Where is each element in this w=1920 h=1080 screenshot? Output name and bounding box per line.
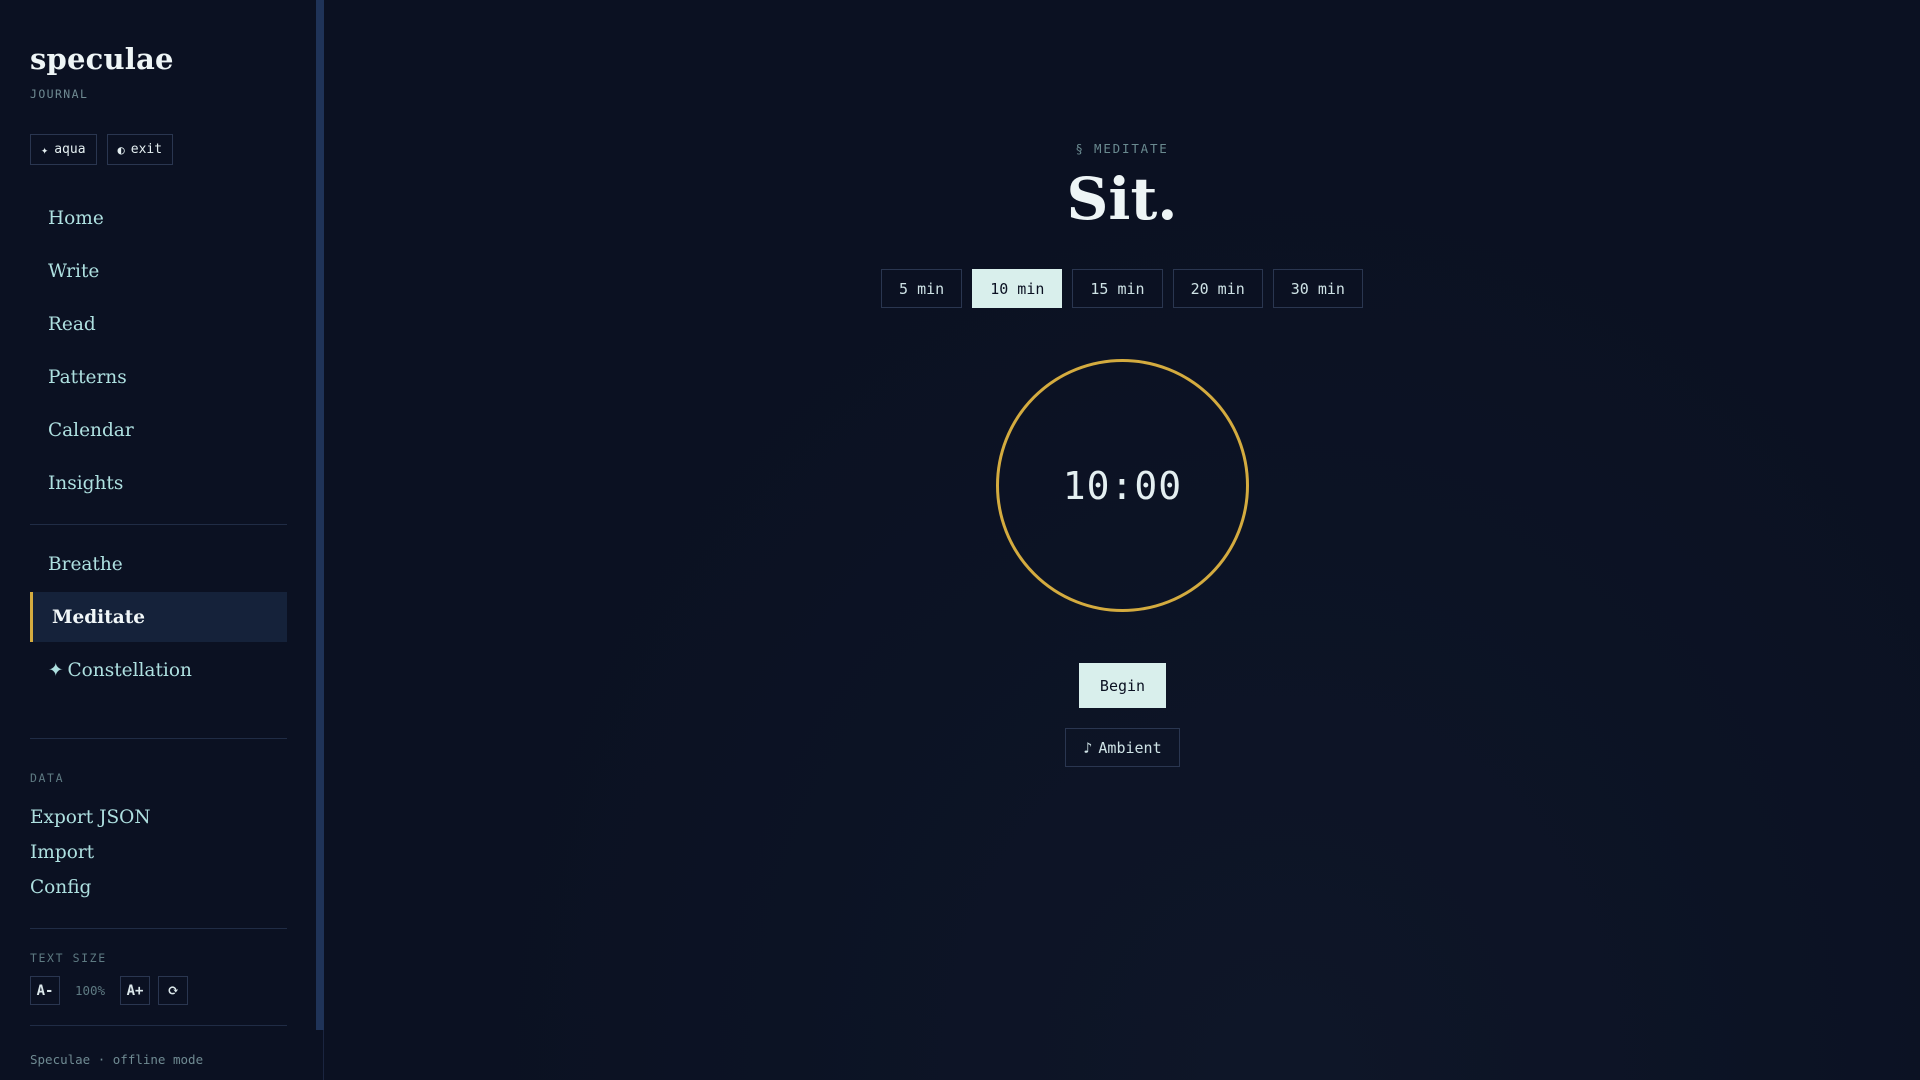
half-circle-icon: ◐ [117,142,125,157]
main-nav: Home Write Read Patterns Calendar Insigh… [30,193,287,511]
duration-5-button[interactable]: 5 min [881,269,963,308]
footer-divider [30,1025,287,1026]
page-title: Sit. [1066,165,1178,233]
text-size-reset-button[interactable]: ⟳ [158,976,188,1005]
timer-display: 10:00 [1062,463,1183,508]
duration-15-button[interactable]: 15 min [1072,269,1163,308]
nav-item-calendar[interactable]: Calendar [30,405,287,455]
nav-divider [30,524,287,525]
timer-ring: 10:00 [996,359,1249,612]
reset-icon: ⟳ [167,982,179,999]
nav-item-write[interactable]: Write [30,246,287,296]
nav-item-insights[interactable]: Insights [30,458,287,508]
data-links: Export JSON Import Config [30,800,151,905]
data-divider [30,738,287,739]
config-link[interactable]: Config [30,870,151,905]
text-size-decrease-button[interactable]: A- [30,976,60,1005]
practice-nav: Breathe Meditate ✦ Constellation [30,539,287,698]
sparkle-icon: ✦ [48,659,64,681]
duration-selector: 5 min 10 min 15 min 20 min 30 min [324,269,1920,308]
text-size-divider [30,928,287,929]
nav-item-constellation-label: Constellation [67,659,192,681]
exit-button[interactable]: ◐ exit [106,134,174,165]
import-link[interactable]: Import [30,835,151,870]
nav-item-read[interactable]: Read [30,299,287,349]
sidebar-scrollbar[interactable] [316,0,324,1030]
brand-subtitle: JOURNAL [30,87,89,101]
text-size-value: 100% [74,983,106,998]
begin-button[interactable]: Begin [1079,663,1166,708]
theme-aqua-label: aqua [54,142,86,157]
duration-20-button[interactable]: 20 min [1172,269,1263,308]
section-kicker: § MEDITATE [1075,141,1169,156]
footer-note: Speculae · offline mode [30,1052,204,1067]
nav-item-breathe[interactable]: Breathe [30,539,287,589]
ambient-button[interactable]: ♪ Ambient [1065,728,1180,767]
data-section-label: DATA [30,771,65,785]
ambient-label: Ambient [1098,738,1162,757]
exit-label: exit [130,142,163,157]
sparkle-icon: ✦ [41,142,49,157]
sidebar: speculae JOURNAL ✦ aqua ◐ exit Home Writ… [0,0,324,1080]
nav-item-home[interactable]: Home [30,193,287,243]
duration-30-button[interactable]: 30 min [1272,269,1363,308]
main-content: § MEDITATE Sit. 5 min 10 min 15 min 20 m… [324,0,1920,1080]
text-size-label: TEXT SIZE [30,951,107,965]
text-size-controls: A- 100% A+ ⟳ [30,976,188,1005]
nav-item-patterns[interactable]: Patterns [30,352,287,402]
brand-title: speculae [30,42,174,76]
theme-aqua-button[interactable]: ✦ aqua [30,134,97,165]
nav-item-constellation[interactable]: ✦ Constellation [30,645,287,695]
music-note-icon: ♪ [1083,738,1093,757]
duration-10-button[interactable]: 10 min [972,269,1063,308]
nav-item-meditate[interactable]: Meditate [30,592,287,642]
export-json-link[interactable]: Export JSON [30,800,151,835]
theme-chips: ✦ aqua ◐ exit [30,134,174,165]
text-size-increase-button[interactable]: A+ [120,976,150,1005]
